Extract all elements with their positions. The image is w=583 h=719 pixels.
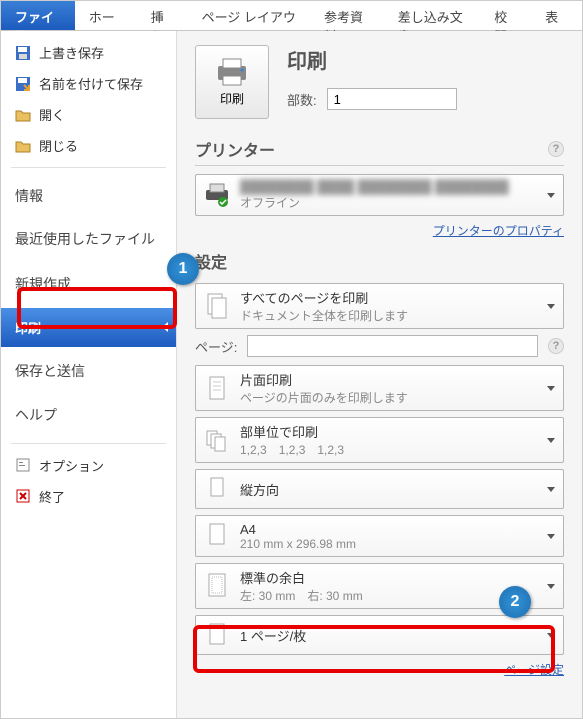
ribbon-tab-view[interactable]: 表示 [531, 1, 582, 30]
printer-status: オフライン [240, 194, 537, 211]
printer-heading: プリンター [195, 137, 275, 161]
file-sidebar: 上書き保存 名前を付けて保存 開く 閉じる 情報 最近使用したファイル 新規作成… [1, 31, 177, 718]
options-icon [15, 457, 31, 473]
single-side-icon [204, 373, 230, 403]
chevron-down-icon [547, 386, 555, 391]
chevron-down-icon [547, 304, 555, 309]
print-scope-dropdown[interactable]: すべてのページを印刷ドキュメント全体を印刷します [195, 283, 564, 329]
printer-dropdown[interactable]: ████████ ████ ████████ ████████ オフライン [195, 174, 564, 216]
page-setup-link[interactable]: ページ設定 [504, 663, 564, 677]
help-icon[interactable]: ? [548, 141, 564, 157]
paper-size-dropdown[interactable]: A4210 mm x 296.98 mm [195, 515, 564, 557]
annotation-badge-1: 1 [167, 253, 199, 285]
ribbon-tab-insert[interactable]: 挿入 [137, 1, 188, 30]
ribbon-tab-review[interactable]: 校閲 [480, 1, 531, 30]
sidebar-options[interactable]: オプション [1, 450, 176, 481]
sidebar-new[interactable]: 新規作成 [1, 262, 176, 306]
ribbon: ファイル ホーム 挿入 ページ レイアウト 参考資料 差し込み文書 校閲 表示 [1, 1, 582, 31]
copies-label: 部数: [287, 90, 317, 109]
help-icon[interactable]: ? [548, 338, 564, 354]
chevron-down-icon [547, 584, 555, 589]
margins-icon [204, 571, 230, 601]
ribbon-tab-references[interactable]: 参考資料 [310, 1, 384, 30]
pages-label: ページ: [195, 337, 237, 356]
print-button[interactable]: 印刷 [195, 45, 269, 119]
ribbon-tab-page-layout[interactable]: ページ レイアウト [188, 1, 310, 30]
sides-dropdown[interactable]: 片面印刷ページの片面のみを印刷します [195, 365, 564, 411]
annotation-badge-2: 2 [499, 586, 531, 618]
pages-per-sheet-dropdown[interactable]: 1 ページ/枚 [195, 615, 564, 655]
sidebar-save-send[interactable]: 保存と送信 [1, 349, 176, 393]
pages-input[interactable] [247, 335, 538, 357]
printer-status-icon [204, 180, 230, 210]
sidebar-item-label: 上書き保存 [39, 43, 104, 62]
portrait-icon [204, 474, 230, 504]
printer-icon [214, 58, 250, 86]
sidebar-item-label: 閉じる [39, 136, 78, 155]
sidebar-save[interactable]: 上書き保存 [1, 37, 176, 68]
printer-name: ████████ ████ ████████ ████████ [240, 179, 537, 194]
chevron-down-icon [547, 534, 555, 539]
save-as-icon [15, 76, 31, 92]
save-icon [15, 45, 31, 61]
folder-close-icon [15, 138, 31, 154]
chevron-down-icon [547, 487, 555, 492]
sidebar-item-label: オプション [39, 456, 104, 475]
copies-input[interactable] [327, 88, 457, 110]
sidebar-item-label: 終了 [39, 487, 65, 506]
sidebar-info[interactable]: 情報 [1, 174, 176, 218]
printer-properties-link[interactable]: プリンターのプロパティ [433, 224, 564, 238]
sidebar-open[interactable]: 開く [1, 99, 176, 130]
chevron-down-icon [547, 438, 555, 443]
sidebar-item-label: 名前を付けて保存 [39, 74, 143, 93]
print-heading: 印刷 [287, 45, 457, 74]
chevron-down-icon [547, 633, 555, 638]
sidebar-exit[interactable]: 終了 [1, 481, 176, 512]
collate-dropdown[interactable]: 部単位で印刷1,2,3 1,2,3 1,2,3 [195, 417, 564, 463]
ribbon-tab-mailings[interactable]: 差し込み文書 [384, 1, 481, 30]
sidebar-help[interactable]: ヘルプ [1, 393, 176, 437]
ribbon-tab-home[interactable]: ホーム [75, 1, 137, 30]
sidebar-print[interactable]: 印刷 [1, 308, 176, 347]
folder-open-icon [15, 107, 31, 123]
exit-icon [15, 488, 31, 504]
collate-icon [204, 425, 230, 455]
one-page-icon [204, 620, 230, 650]
sidebar-close[interactable]: 閉じる [1, 130, 176, 161]
chevron-down-icon [547, 193, 555, 198]
sidebar-item-label: 開く [39, 105, 65, 124]
ribbon-tab-file[interactable]: ファイル [1, 1, 75, 30]
sidebar-recent[interactable]: 最近使用したファイル [1, 218, 176, 262]
settings-heading: 設定 [195, 249, 227, 273]
paper-icon [204, 521, 230, 551]
pages-icon [204, 291, 230, 321]
orientation-dropdown[interactable]: 縦方向 [195, 469, 564, 509]
sidebar-save-as[interactable]: 名前を付けて保存 [1, 68, 176, 99]
